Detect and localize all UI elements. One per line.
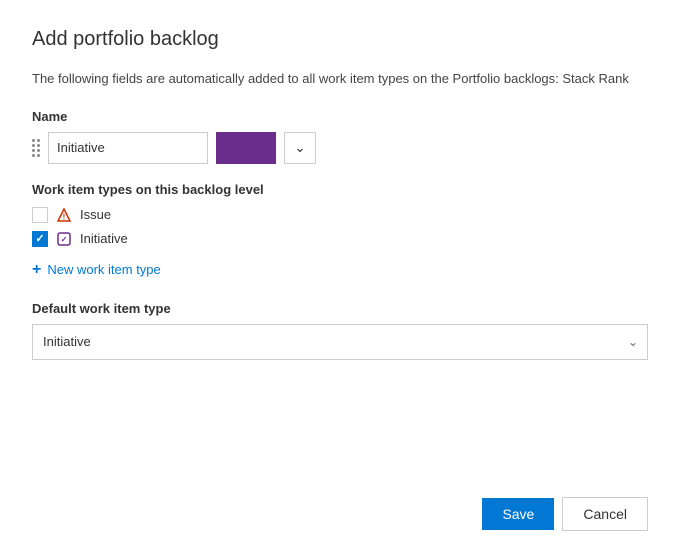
dialog-footer: Save Cancel [482, 497, 648, 531]
issue-icon: ! [56, 207, 72, 223]
issue-label: Issue [80, 207, 111, 222]
name-row: ⌄ [32, 132, 648, 164]
dialog-description: The following fields are automatically a… [32, 69, 648, 89]
initiative-work-item-row: ✓ Initiative [32, 231, 648, 247]
add-new-work-item-label: New work item type [47, 262, 160, 277]
name-label: Name [32, 109, 648, 124]
svg-text:!: ! [63, 212, 66, 221]
work-item-row: ! Issue [32, 207, 648, 223]
dialog-title: Add portfolio backlog [32, 28, 648, 51]
issue-checkbox[interactable] [32, 207, 48, 223]
default-work-item-select[interactable]: Initiative Issue [32, 324, 648, 360]
name-input[interactable] [48, 132, 208, 164]
plus-icon: + [32, 261, 41, 279]
initiative-icon: ✓ [56, 231, 72, 247]
cancel-button[interactable]: Cancel [562, 497, 648, 531]
initiative-checkbox[interactable] [32, 231, 48, 247]
svg-text:✓: ✓ [61, 235, 68, 244]
add-new-work-item-row[interactable]: + New work item type [32, 261, 648, 279]
save-button[interactable]: Save [482, 498, 554, 530]
chevron-down-icon: ⌄ [294, 140, 305, 156]
default-work-item-section: Default work item type Initiative Issue … [32, 301, 648, 360]
work-item-list: ! Issue ✓ Initiative [32, 207, 648, 247]
default-select-wrapper: Initiative Issue ⌄ [32, 324, 648, 360]
color-swatch-button[interactable] [216, 132, 276, 164]
add-portfolio-backlog-dialog: Add portfolio backlog The following fiel… [0, 0, 680, 555]
drag-handle-icon [32, 139, 40, 157]
default-section-label: Default work item type [32, 301, 648, 316]
initiative-label: Initiative [80, 231, 128, 246]
color-dropdown-button[interactable]: ⌄ [284, 132, 316, 164]
work-item-section-label: Work item types on this backlog level [32, 182, 648, 197]
